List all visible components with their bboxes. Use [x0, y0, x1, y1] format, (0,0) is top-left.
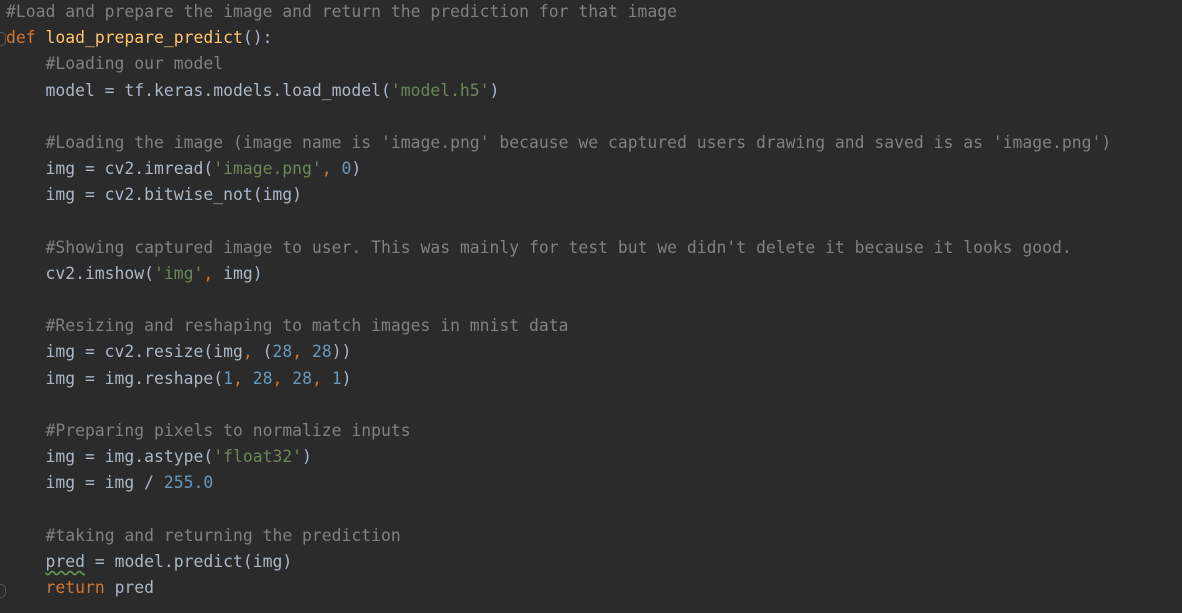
code-line[interactable]: #Preparing pixels to normalize inputs	[6, 418, 1111, 444]
code-line[interactable]	[6, 497, 1111, 523]
code-token-text: (	[262, 342, 273, 362]
code-line[interactable]	[6, 209, 1111, 235]
code-token-keyword: ,	[232, 368, 253, 388]
code-line[interactable]: #Showing captured image to user. This wa…	[6, 235, 1111, 261]
code-token-string: 'float32'	[213, 447, 303, 467]
code-token-text: img = cv2.imread(	[6, 159, 214, 179]
code-line[interactable]: img = cv2.resize(img, (28, 28))	[6, 339, 1111, 365]
code-token-number: 1	[223, 368, 233, 388]
code-token-text: img = cv2.bitwise_not(img)	[6, 185, 303, 205]
code-line[interactable]	[6, 392, 1111, 418]
code-token-text: model = tf.keras.models.load_model(	[6, 80, 391, 100]
code-token-text: ():	[242, 28, 273, 48]
code-line[interactable]: img = img / 255.0	[6, 470, 1111, 496]
code-line[interactable]: def load_prepare_predict():	[6, 25, 1111, 51]
code-token-text: )	[489, 80, 500, 100]
code-line[interactable]: cv2.imshow('img', img)	[6, 261, 1111, 287]
code-line[interactable]: #Loading our model	[6, 51, 1111, 77]
code-token-keyword: ,	[203, 263, 224, 283]
code-token-string: 'img'	[154, 263, 204, 283]
code-line[interactable]: pred = model.predict(img)	[6, 549, 1111, 575]
code-token-comment: #Showing captured image to user. This wa…	[45, 237, 1072, 257]
code-token-keyword: ,	[242, 342, 263, 362]
code-line[interactable]: #taking and returning the prediction	[6, 523, 1111, 549]
code-token-keyword: ,	[321, 159, 342, 179]
code-token-text: pred	[114, 578, 155, 598]
code-token-comment: #Resizing and reshaping to match images …	[45, 316, 569, 336]
code-token-comment: #Preparing pixels to normalize inputs	[45, 421, 411, 440]
code-editor[interactable]: #Load and prepare the image and return t…	[6, 0, 1111, 601]
code-token-warn: pred	[45, 551, 85, 571]
code-token-comment: #Loading the image (image name is 'image…	[45, 132, 1112, 152]
code-token-keyword: ,	[292, 342, 312, 362]
code-line[interactable]: img = img.astype('float32')	[6, 444, 1111, 470]
code-token-comment: #taking and returning the prediction	[45, 525, 401, 545]
code-token-keyword: def	[6, 28, 46, 48]
code-token-text: = model.predict(img)	[84, 551, 293, 571]
code-token-comment: #Loading our model	[45, 54, 224, 74]
code-token-text: img = cv2.resize(img	[6, 342, 243, 362]
code-line[interactable]: #Load and prepare the image and return t…	[6, 0, 1111, 25]
code-token-func: load_prepare_predict	[45, 28, 243, 48]
code-token-text: cv2.imshow(	[6, 263, 155, 283]
code-token-number: 255.0	[163, 473, 214, 493]
code-token-text: img)	[223, 263, 263, 283]
code-line[interactable]: img = cv2.bitwise_not(img)	[6, 182, 1111, 208]
code-token-number: 0	[341, 159, 352, 179]
code-token-text: )	[341, 368, 352, 388]
code-line[interactable]: img = cv2.imread('image.png', 0)	[6, 156, 1111, 182]
code-token-keyword: return	[45, 578, 115, 598]
code-token-text: )	[302, 447, 312, 467]
code-token-number: 28	[292, 368, 312, 388]
code-token-text: )	[351, 159, 362, 179]
code-line[interactable]: #Loading the image (image name is 'image…	[6, 130, 1111, 156]
code-token-text: img = img.astype(	[6, 447, 214, 467]
code-token-text: img = img /	[6, 473, 164, 493]
code-token-keyword: ,	[272, 368, 293, 388]
code-token-string: 'image.png'	[213, 159, 322, 179]
code-line[interactable]: return pred	[6, 575, 1111, 601]
code-token-text: img = img.reshape(	[6, 368, 224, 388]
code-line[interactable]: img = img.reshape(1, 28, 28, 1)	[6, 366, 1111, 392]
code-token-number: 28	[311, 342, 332, 362]
code-token-text: ))	[331, 342, 352, 362]
code-token-keyword: ,	[311, 368, 332, 388]
code-line[interactable]	[6, 287, 1111, 313]
code-token-number: 28	[272, 342, 293, 362]
code-token-number: 1	[331, 368, 342, 388]
code-token-string: 'model.h5'	[390, 80, 490, 100]
code-line[interactable]	[6, 104, 1111, 130]
code-token-comment: #Load and prepare the image and return t…	[6, 2, 678, 21]
code-line[interactable]: model = tf.keras.models.load_model('mode…	[6, 78, 1111, 104]
code-token-number: 28	[252, 368, 273, 388]
code-line[interactable]: #Resizing and reshaping to match images …	[6, 313, 1111, 339]
